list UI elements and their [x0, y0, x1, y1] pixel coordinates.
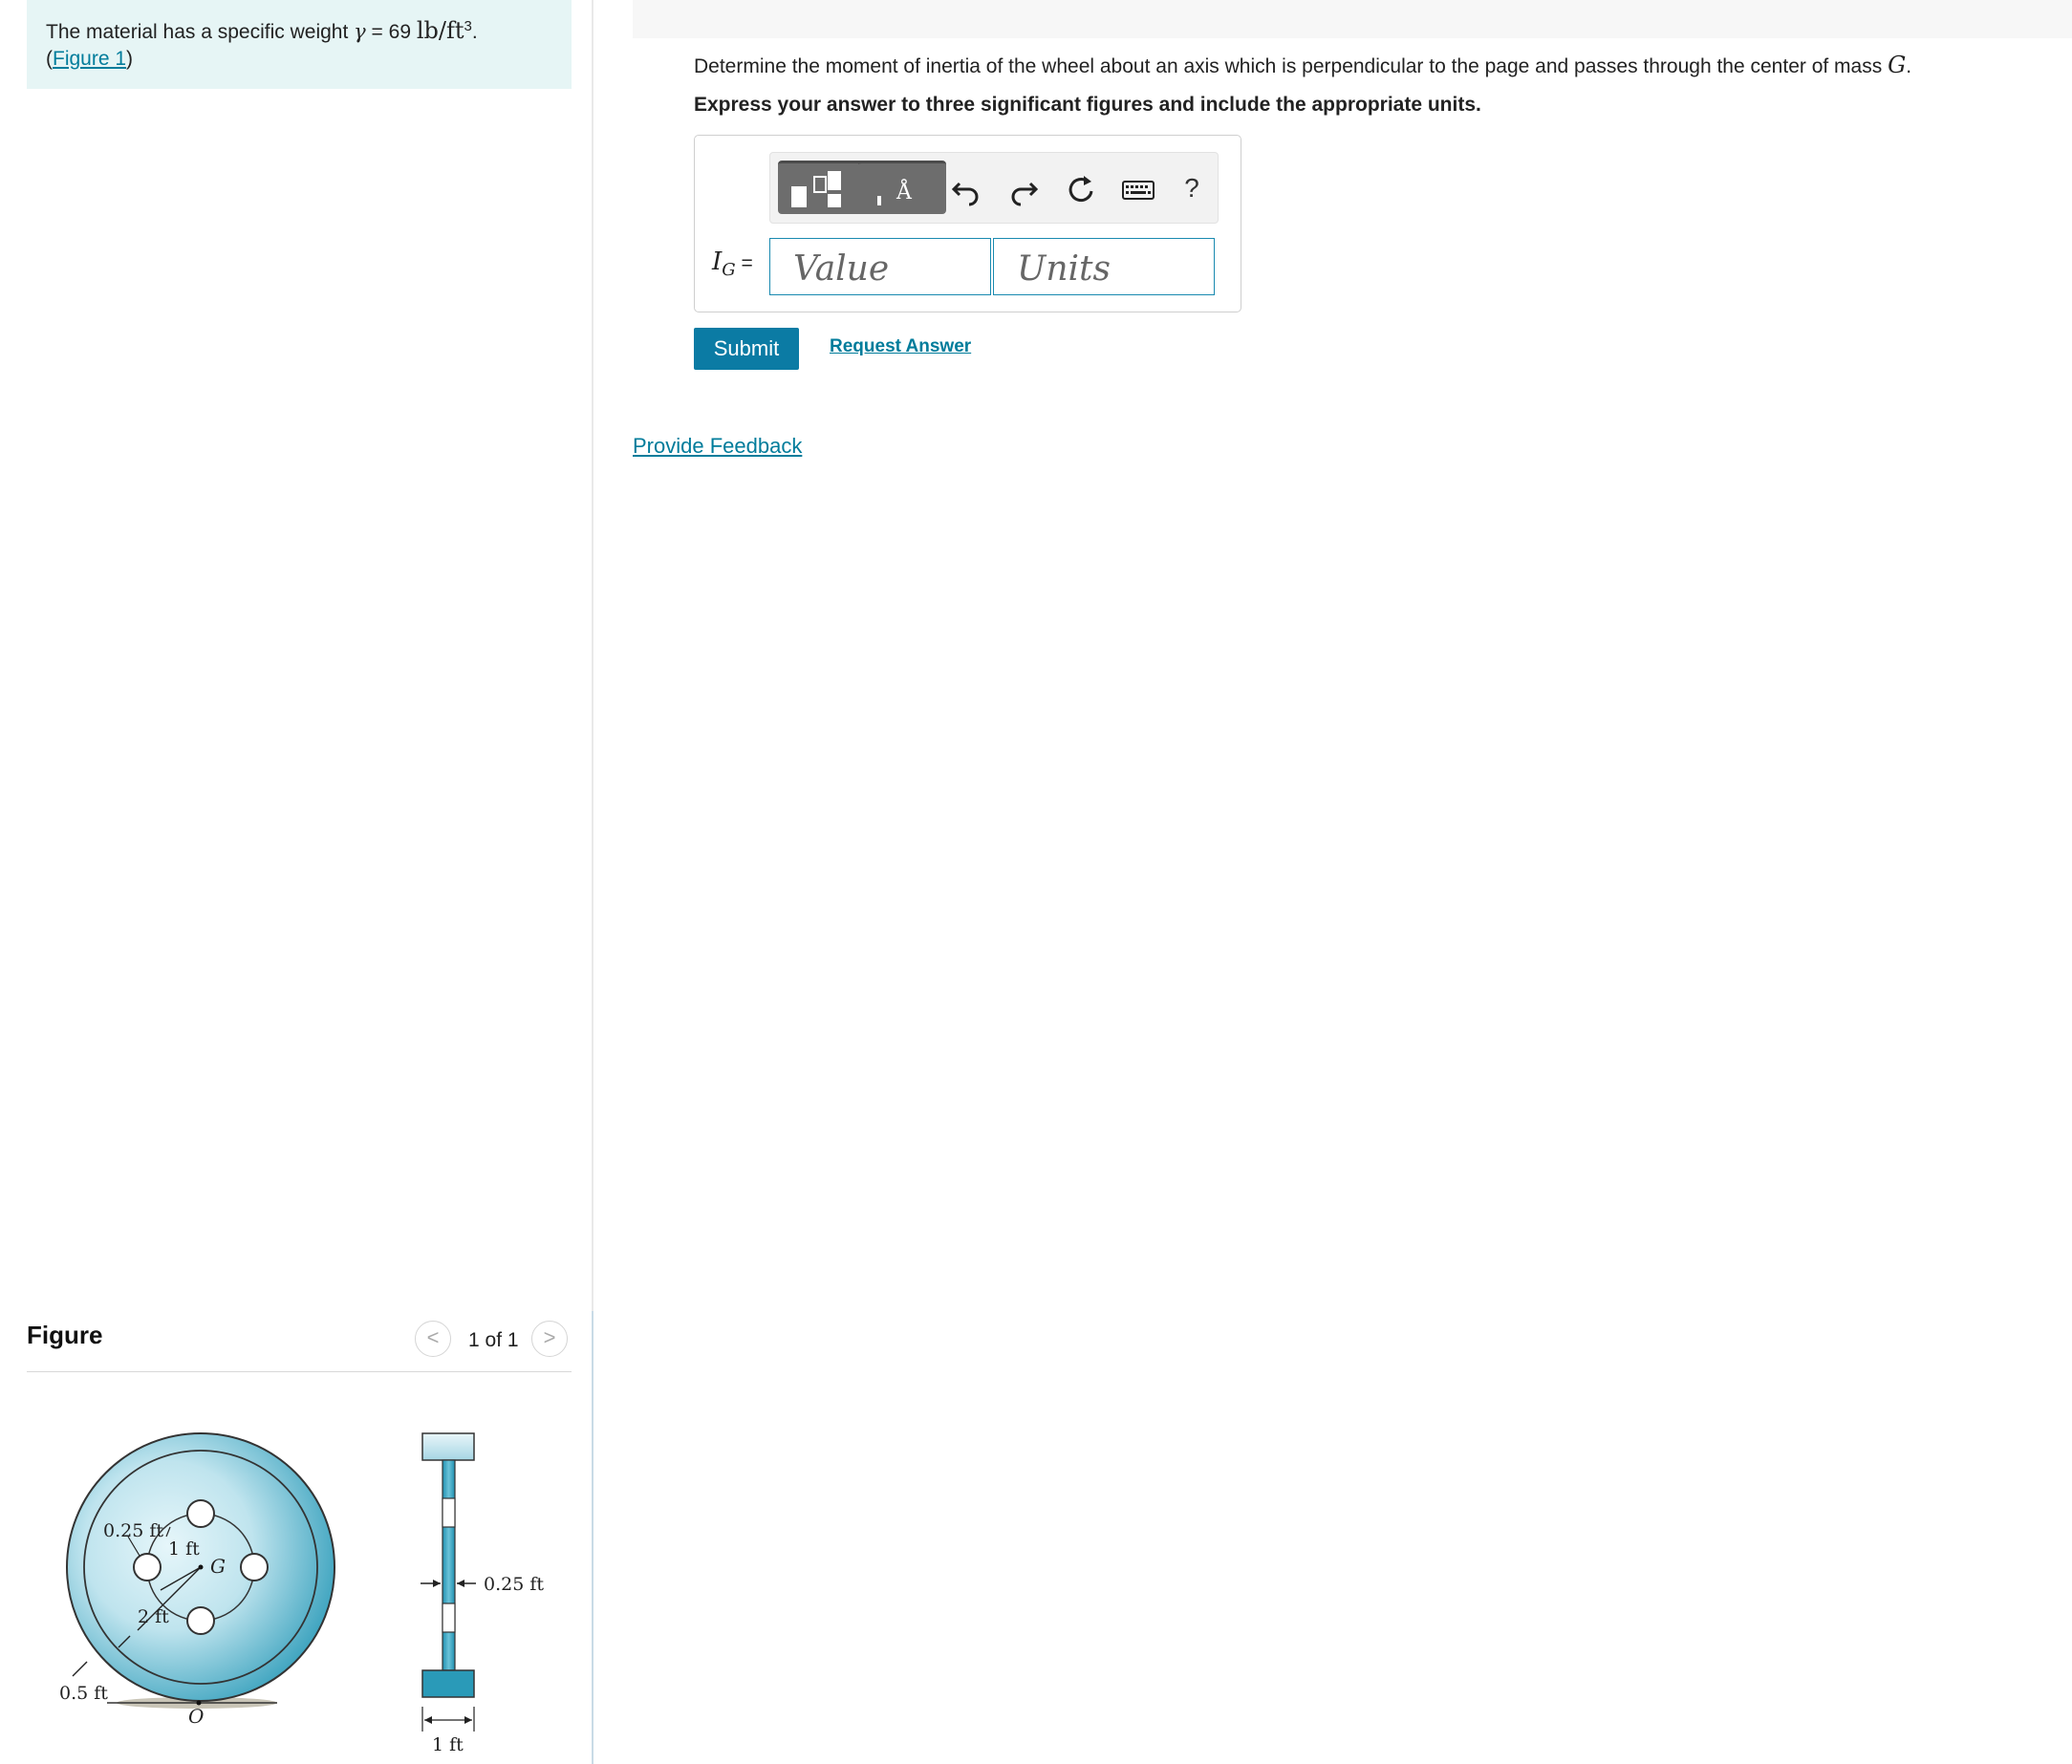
- label-rim-thickness: 0.5 ft: [59, 1683, 108, 1704]
- center-point: [198, 1564, 204, 1570]
- question-body: Determine the moment of inertia of the w…: [694, 55, 1889, 77]
- units-bar-icon: [877, 196, 881, 205]
- rim-thickness-leader: [72, 1661, 88, 1677]
- section-rim-bottom: [421, 1669, 475, 1698]
- provide-feedback-link[interactable]: Provide Feedback: [633, 434, 802, 459]
- request-answer-link[interactable]: Request Answer: [830, 336, 971, 357]
- question-end: .: [1906, 55, 1912, 77]
- label-hole-radius: 0.25 ft: [103, 1520, 163, 1541]
- reset-icon: [1068, 176, 1093, 203]
- problem-statement: The material has a specific weight γ = 6…: [27, 0, 572, 89]
- hole-bottom: [186, 1606, 215, 1635]
- answer-instruction: Express your answer to three significant…: [694, 94, 1481, 116]
- undo-button[interactable]: [944, 166, 988, 210]
- undo-icon: [951, 182, 979, 206]
- part-header-bar: [633, 0, 2072, 38]
- question-symbol-g: G: [1888, 52, 1907, 78]
- label-rim-width: 1 ft: [432, 1734, 464, 1755]
- help-icon: ?: [1184, 173, 1199, 203]
- gamma-value: = 69: [365, 21, 417, 43]
- gamma-symbol: γ: [354, 20, 366, 43]
- keyboard-icon: [1122, 181, 1155, 200]
- question-text: Determine the moment of inertia of the w…: [694, 52, 1911, 78]
- value-input[interactable]: [769, 238, 991, 295]
- answer-box: Å ? IG = Value Units: [694, 135, 1241, 312]
- label-center-g: G: [210, 1555, 226, 1578]
- problem-text: The material has a specific weight: [46, 21, 355, 43]
- figure-link[interactable]: Figure 1: [53, 48, 126, 70]
- math-toolbar: Å ?: [769, 152, 1219, 224]
- figure-link-close: ): [126, 48, 134, 70]
- hole-top: [186, 1499, 215, 1528]
- hole-left: [133, 1553, 162, 1581]
- help-button[interactable]: ?: [1170, 166, 1214, 210]
- section-rim-top: [421, 1432, 475, 1461]
- label-inner-radius: 2 ft: [138, 1606, 169, 1627]
- gamma-exponent: 3: [464, 18, 472, 34]
- section-hole-top: [442, 1497, 456, 1528]
- label-hole-circle-radius: 1 ft: [168, 1538, 200, 1560]
- label-web-thickness: 0.25 ft: [484, 1574, 544, 1595]
- answer-label-main: I: [712, 247, 723, 276]
- section-hole-bottom: [442, 1603, 456, 1633]
- web-arrowhead-right: [457, 1580, 464, 1587]
- figure-link-open: (: [46, 48, 53, 70]
- answer-label-equals: =: [735, 252, 753, 274]
- reset-button[interactable]: [1059, 166, 1103, 210]
- templates-icon: [791, 171, 841, 207]
- submit-button[interactable]: Submit: [694, 328, 799, 370]
- section-web: [442, 1459, 456, 1671]
- rim-width-arrow-left: [424, 1716, 432, 1724]
- chevron-left-icon: <: [426, 1325, 440, 1349]
- units-input[interactable]: [993, 238, 1215, 295]
- rim-width-arrow-right: [464, 1716, 472, 1724]
- units-button[interactable]: Å: [858, 161, 946, 214]
- figure-header: Figure < 1 of 1 >: [27, 1311, 572, 1372]
- wheel-figure: 0.25 ft 1 ft G 2 ft 0.5 ft O 0.25 ft 1 f…: [59, 1432, 544, 1755]
- keyboard-button[interactable]: [1116, 166, 1160, 210]
- templates-button[interactable]: [778, 161, 868, 214]
- column-divider-accent: [592, 1311, 594, 1764]
- label-ground-point-o: O: [188, 1705, 204, 1728]
- gamma-unit: lb/ft: [416, 17, 464, 44]
- answer-label-sub: G: [722, 260, 736, 281]
- figure-pager-text: 1 of 1: [468, 1329, 519, 1351]
- units-angstrom-icon: Å: [896, 181, 912, 204]
- hole-right: [240, 1553, 269, 1581]
- answer-label: IG =: [712, 247, 753, 280]
- problem-period: .: [471, 21, 478, 43]
- redo-icon: [1011, 182, 1039, 206]
- figure-title: Figure: [27, 1321, 103, 1349]
- web-arrowhead-left: [433, 1580, 441, 1587]
- chevron-right-icon: >: [543, 1325, 556, 1349]
- next-figure-button[interactable]: >: [531, 1321, 568, 1357]
- previous-figure-button[interactable]: <: [415, 1321, 451, 1357]
- redo-button[interactable]: [1002, 166, 1046, 210]
